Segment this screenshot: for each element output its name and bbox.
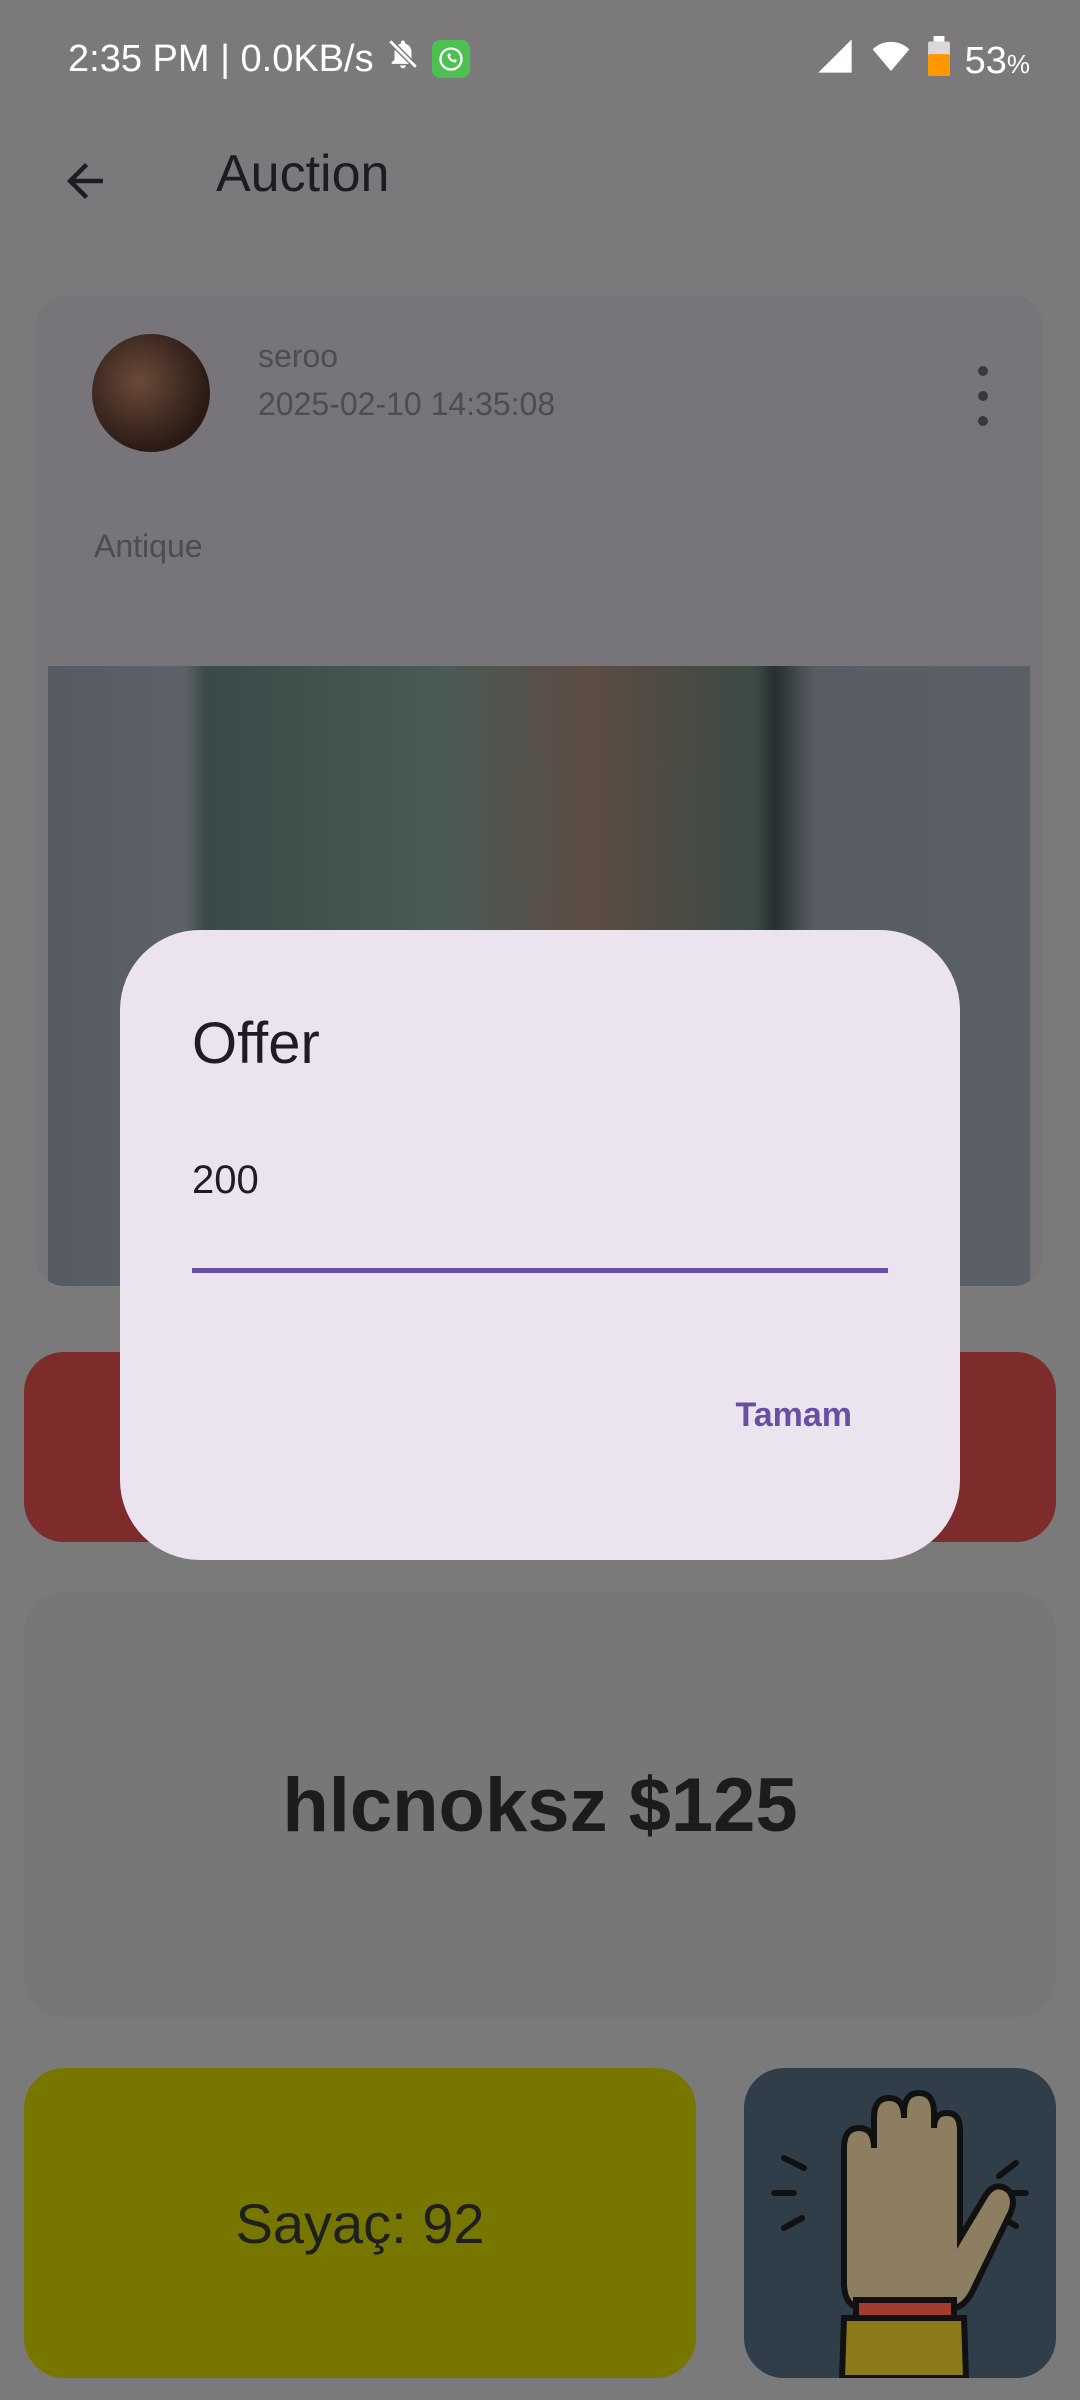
bell-off-icon [386, 36, 420, 82]
more-vert-icon [978, 366, 988, 376]
raise-hand-button[interactable] [744, 2068, 1056, 2378]
more-options-button[interactable] [968, 366, 998, 426]
ok-button[interactable]: Tamam [735, 1396, 852, 1435]
highest-bid-card: hlcnoksz $125 [24, 1592, 1056, 2018]
counter-box: Sayaç: 92 [24, 2068, 696, 2378]
offer-input[interactable] [192, 1160, 888, 1200]
battery-level: 53% [964, 39, 1030, 82]
dialog-title: Offer [192, 1011, 320, 1076]
status-time: 2:35 PM | 0.0KB/s [68, 37, 374, 80]
status-left: 2:35 PM | 0.0KB/s [68, 36, 470, 82]
app-bar: Auction [0, 120, 1080, 260]
back-button[interactable] [50, 146, 120, 216]
avatar[interactable] [92, 334, 210, 452]
post-datetime: 2025-02-10 14:35:08 [258, 386, 556, 422]
counter-text: Sayaç: 92 [235, 2191, 485, 2255]
arrow-left-icon [67, 163, 103, 199]
signal-icon [815, 36, 855, 86]
battery-icon [927, 36, 951, 86]
wifi-icon [869, 36, 913, 86]
highest-bid-text: hlcnoksz $125 [282, 1762, 798, 1848]
post-category: Antique [94, 528, 203, 564]
status-right: 53% [815, 36, 1030, 86]
whatsapp-icon [431, 40, 470, 78]
post-username: seroo [258, 338, 339, 374]
raised-hand-icon [771, 2089, 1029, 2378]
input-underline [192, 1268, 888, 1273]
offer-dialog: Offer Tamam [120, 930, 960, 1560]
page-title: Auction [216, 145, 390, 203]
status-bar: 2:35 PM | 0.0KB/s 53% [0, 0, 1080, 120]
